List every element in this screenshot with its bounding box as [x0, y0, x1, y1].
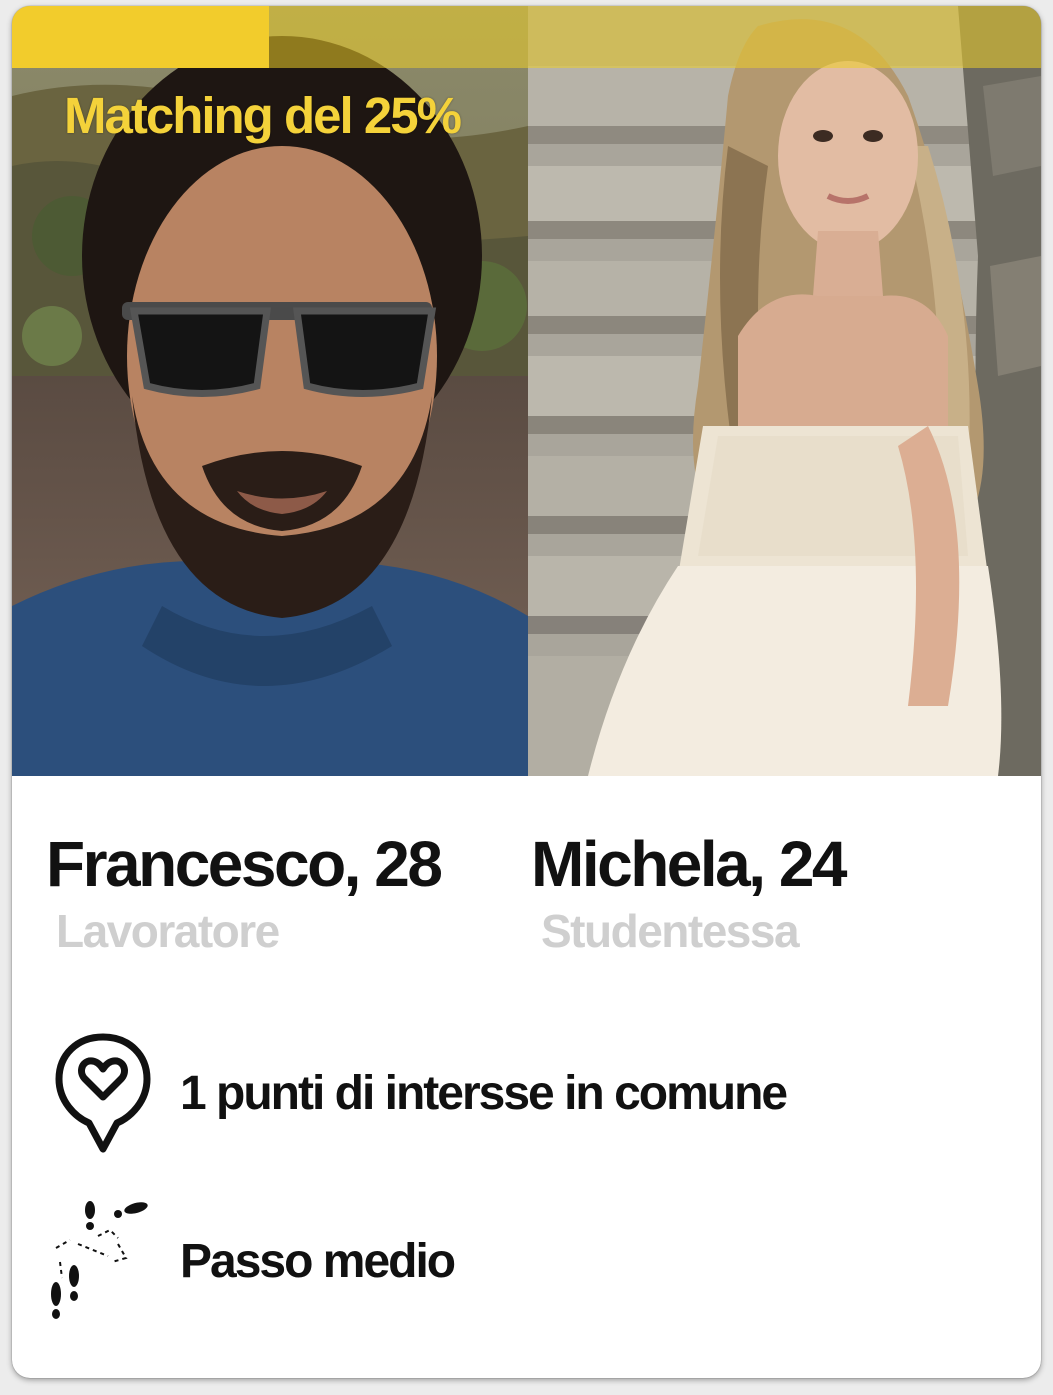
match-card[interactable]: Matching del 25% Francesco, 28 Lavorator… — [12, 6, 1041, 1378]
person-name-age: Michela, 24 — [531, 828, 848, 900]
person-role: Lavoratore — [56, 905, 280, 957]
common-interests-text: 1 punti di intersse in comune — [180, 1066, 788, 1120]
photo-area: Matching del 25% — [12, 6, 1041, 776]
match-progress-fill — [12, 6, 270, 68]
footsteps-icon — [48, 1196, 158, 1326]
heart-location-pin-icon — [48, 1028, 158, 1158]
photo-michela — [528, 6, 1041, 776]
person-role: Studentessa — [541, 905, 800, 957]
person-name-age: Francesco, 28 — [46, 828, 443, 900]
match-percentage-label: Matching del 25% — [64, 87, 462, 144]
person-francesco: Francesco, 28 Lavoratore — [46, 826, 443, 958]
walking-pace-text: Passo medio — [180, 1234, 456, 1288]
match-progress-bar — [12, 6, 1041, 68]
walking-pace-row: Passo medio — [48, 1196, 456, 1326]
person-michela: Michela, 24 Studentessa — [531, 826, 848, 958]
common-interests-row: 1 punti di intersse in comune — [48, 1028, 788, 1158]
